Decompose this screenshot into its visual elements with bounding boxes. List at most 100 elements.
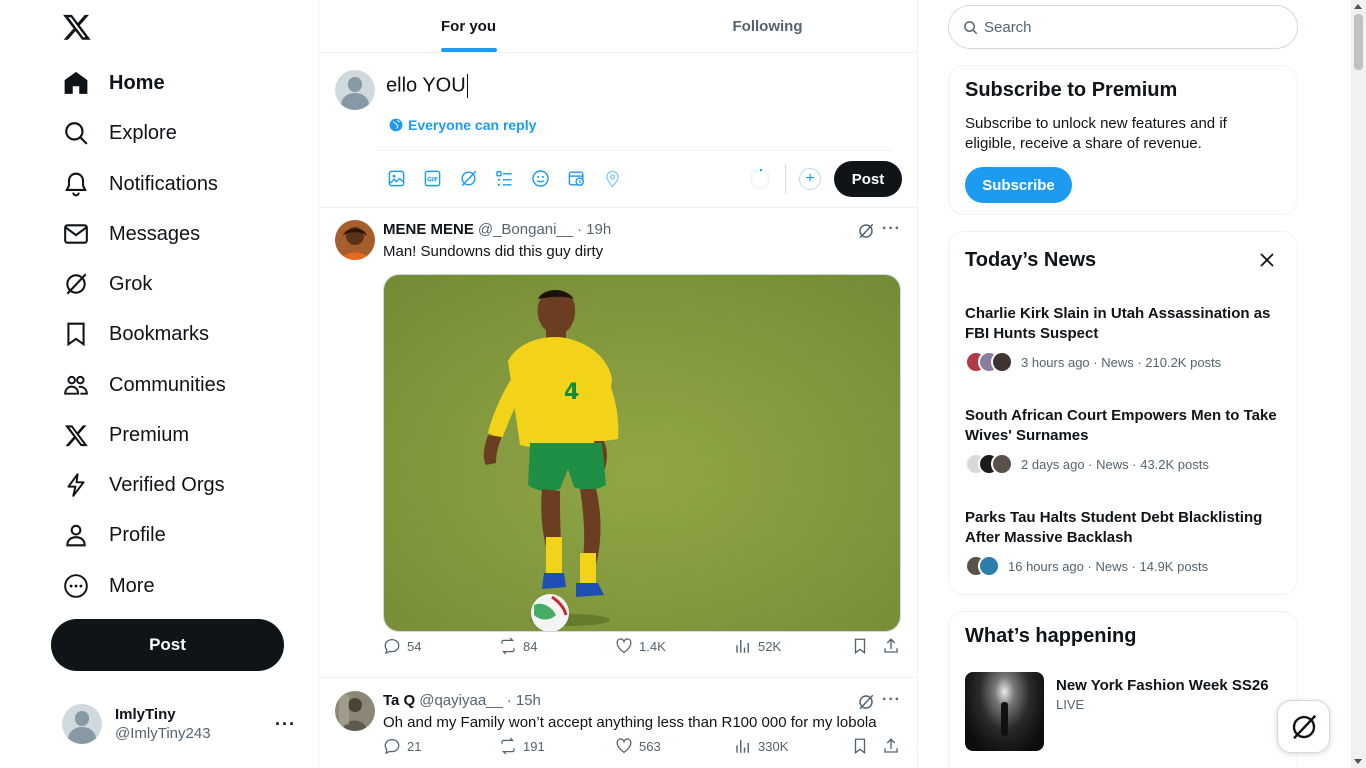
nav-explore[interactable]: Explore: [62, 111, 177, 155]
grok-icon[interactable]: [857, 222, 875, 240]
globe-icon: [389, 118, 403, 132]
account-handle: @ImlyTiny243: [115, 724, 211, 742]
share-button[interactable]: [882, 637, 906, 655]
envelope-icon: [62, 220, 90, 248]
news-title: Today’s News: [965, 249, 1097, 271]
like-button[interactable]: 563: [615, 737, 661, 755]
more-icon[interactable]: ···: [882, 691, 901, 709]
news-headline: Charlie Kirk Slain in Utah Assassination…: [965, 305, 1271, 342]
trend-item[interactable]: New York Fashion Week SS26 LIVE: [965, 672, 1285, 752]
news-avatars: [965, 453, 1013, 475]
scroll-thumb[interactable]: [1354, 14, 1363, 70]
views-icon: [736, 740, 749, 753]
more-icon[interactable]: ···: [882, 220, 901, 238]
poll-icon[interactable]: [494, 168, 514, 188]
tweet-author-handle[interactable]: @_Bongani__: [478, 221, 573, 238]
tweet-author-name[interactable]: MENE MENE: [383, 221, 474, 238]
account-switcher[interactable]: ImlyTiny @ImlyTiny243 ···: [62, 700, 312, 748]
left-sidebar: Home Explore Notifications Messages Grok…: [0, 0, 318, 768]
add-post-button[interactable]: +: [799, 168, 821, 190]
news-item[interactable]: Charlie Kirk Slain in Utah Assassination…: [965, 304, 1285, 373]
reply-setting-label: Everyone can reply: [408, 117, 537, 133]
tab-following[interactable]: Following: [618, 0, 917, 52]
share-button[interactable]: [882, 737, 906, 755]
reply-button[interactable]: 54: [383, 637, 421, 655]
nav-notifications[interactable]: Notifications: [62, 162, 218, 206]
tweet-time[interactable]: 15h: [516, 692, 541, 709]
tweet-author-name[interactable]: Ta Q: [383, 692, 415, 709]
nav-profile-label: Profile: [109, 523, 166, 546]
scroll-down-arrow-icon[interactable]: [1354, 759, 1362, 764]
search-input[interactable]: [984, 18, 1264, 36]
tweet[interactable]: MENE MENE @_Bongani__ · 19h ··· Man! Sun…: [319, 208, 917, 678]
news-headline: South African Court Empowers Men to Take…: [965, 407, 1277, 444]
person-icon: [62, 521, 90, 549]
sidebar-post-button[interactable]: Post: [51, 619, 284, 671]
grok-icon[interactable]: [857, 693, 875, 711]
repost-count: 84: [523, 638, 538, 654]
reply-count: 21: [407, 738, 422, 754]
account-more-icon[interactable]: ···: [275, 714, 296, 735]
share-icon: [884, 738, 898, 753]
avatar[interactable]: [335, 220, 375, 260]
news-avatars: [965, 351, 1013, 373]
search-box[interactable]: [948, 5, 1298, 49]
avatar: [335, 70, 375, 110]
character-count-ring: [750, 169, 770, 189]
image-icon[interactable]: [386, 168, 406, 188]
bookmark-icon: [854, 638, 866, 655]
nav-grok[interactable]: Grok: [62, 262, 152, 306]
timeline: For you Following ello YOU Everyone can …: [318, 0, 918, 768]
bookmark-button[interactable]: [851, 637, 875, 655]
views-icon: [736, 640, 749, 653]
subscribe-button[interactable]: Subscribe: [965, 167, 1072, 203]
trend-thumbnail: [965, 672, 1044, 751]
nav-profile[interactable]: Profile: [62, 513, 166, 557]
nav-more[interactable]: More: [62, 564, 155, 608]
nav-communities-label: Communities: [109, 373, 226, 396]
x-logo-icon[interactable]: [62, 12, 92, 42]
close-icon[interactable]: [1259, 252, 1275, 268]
views-button[interactable]: 52K: [734, 637, 781, 655]
tweet-text: Oh and my Family won’t accept anything l…: [383, 714, 877, 731]
tweet-time[interactable]: 19h: [586, 221, 611, 238]
emoji-icon[interactable]: [530, 168, 550, 188]
news-item[interactable]: Parks Tau Halts Student Debt Blacklistin…: [965, 508, 1285, 577]
tweet-image[interactable]: 4: [383, 274, 901, 632]
avatar[interactable]: [335, 691, 375, 731]
grok-icon[interactable]: [458, 168, 478, 188]
news-item[interactable]: South African Court Empowers Men to Take…: [965, 406, 1285, 475]
nav-explore-label: Explore: [109, 121, 177, 144]
reply-button[interactable]: 21: [383, 737, 421, 755]
x-logo-icon: [62, 421, 90, 449]
gif-icon[interactable]: GIF: [422, 168, 442, 188]
nav-communities[interactable]: Communities: [62, 363, 226, 407]
nav-premium[interactable]: Premium: [62, 413, 189, 457]
timeline-tabs: For you Following: [319, 0, 917, 53]
bookmark-button[interactable]: [851, 737, 875, 755]
repost-button[interactable]: 84: [499, 637, 537, 655]
nav-messages[interactable]: Messages: [62, 212, 200, 256]
tweet-text: Man! Sundowns did this guy dirty: [383, 243, 604, 260]
tweet[interactable]: Ta Q @qayiyaa__ · 15h ··· Oh and my Fami…: [319, 679, 917, 768]
views-button[interactable]: 330K: [734, 737, 788, 755]
schedule-icon[interactable]: [566, 168, 586, 188]
composer-post-button[interactable]: Post: [834, 161, 902, 197]
composer-textarea[interactable]: ello YOU: [386, 74, 886, 102]
reply-setting-button[interactable]: Everyone can reply: [389, 117, 536, 133]
grok-floating-button[interactable]: [1277, 700, 1330, 753]
scrollbar[interactable]: [1351, 0, 1366, 768]
repost-button[interactable]: 191: [499, 737, 545, 755]
nav-bookmarks[interactable]: Bookmarks: [62, 312, 209, 356]
like-button[interactable]: 1.4K: [615, 637, 666, 655]
tweet-author-handle[interactable]: @qayiyaa__: [419, 692, 503, 709]
views-count: 52K: [758, 638, 782, 654]
tab-for-you[interactable]: For you: [319, 0, 618, 52]
reply-count: 54: [407, 638, 422, 654]
nav-home[interactable]: Home: [62, 61, 165, 105]
bookmark-icon: [854, 738, 866, 755]
nav-verified-orgs[interactable]: Verified Orgs: [62, 463, 225, 507]
scroll-up-arrow-icon[interactable]: [1354, 4, 1362, 9]
location-icon[interactable]: [602, 168, 622, 188]
nav-premium-label: Premium: [109, 423, 190, 446]
